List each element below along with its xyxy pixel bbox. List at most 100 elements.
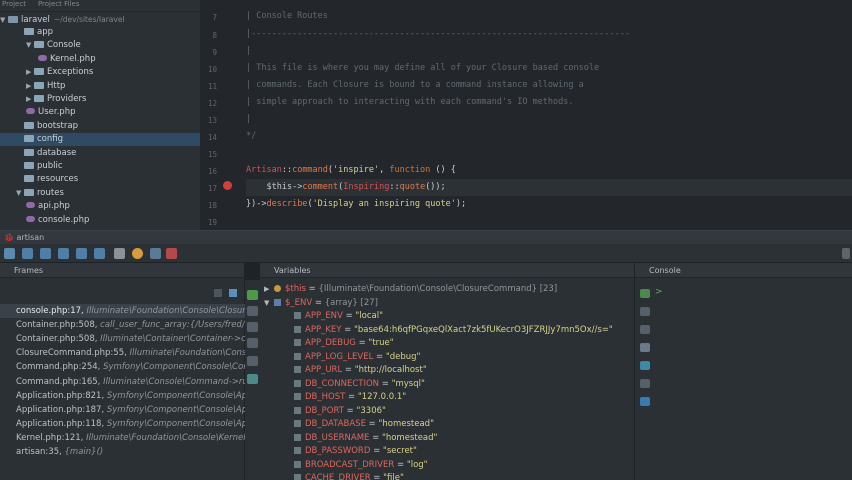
rerun-icon[interactable] [4, 248, 15, 259]
arrow-down-icon[interactable] [229, 289, 237, 297]
env-var-row[interactable]: CACHE_DRIVER = "file" [260, 472, 635, 480]
frame-row[interactable]: Command.php:165, Illuminate\Console\Comm… [0, 375, 245, 389]
up-icon[interactable] [247, 306, 258, 316]
folder-icon [24, 148, 34, 156]
frame-row[interactable]: Command.php:254, Symfony\Component\Conso… [0, 360, 245, 374]
step-into-icon[interactable] [40, 248, 51, 259]
code-line[interactable]: | [246, 43, 852, 60]
frame-row[interactable]: Application.php:821, Symfony\Component\C… [0, 389, 245, 403]
view-icon[interactable] [247, 374, 258, 384]
tree-item[interactable]: Kernel.php [0, 53, 200, 66]
env-var-row[interactable]: DB_PASSWORD = "secret" [260, 445, 635, 459]
frame-row[interactable]: Kernel.php:121, Illuminate\Foundation\Co… [0, 431, 245, 445]
step-over-icon[interactable] [22, 248, 33, 259]
env-var-row[interactable]: DB_USERNAME = "homestead" [260, 432, 635, 446]
frame-row[interactable]: Application.php:118, Symfony\Component\C… [0, 417, 245, 431]
chevron-down-icon[interactable]: ▼ [16, 187, 24, 200]
env-var-row[interactable]: APP_LOG_LEVEL = "debug" [260, 351, 635, 365]
frame-row[interactable]: console.php:17, Illuminate\Foundation\Co… [0, 304, 245, 318]
code-line[interactable]: | This file is where you may define all … [246, 60, 852, 77]
tree-item[interactable]: console.php [0, 214, 200, 227]
env-var-row[interactable]: DB_CONNECTION = "mysql" [260, 378, 635, 392]
env-var-row[interactable]: APP_ENV = "local" [260, 310, 635, 324]
tree-item[interactable]: ▼ routes [0, 187, 200, 200]
tree-item[interactable]: ▶ Http [0, 80, 200, 93]
debug-session-tab[interactable]: artisan [17, 233, 45, 242]
code-line[interactable] [246, 145, 852, 162]
watch-icon[interactable] [132, 248, 143, 259]
code-editor[interactable]: 7 8 9 10 11 12 13 14 15 16 17 18 19 | Console Routes… [200, 0, 852, 230]
tree-root-label: laravel [21, 15, 50, 25]
tree-item[interactable]: ▶ Exceptions [0, 66, 200, 79]
scroll-end-icon[interactable] [640, 325, 650, 334]
down-icon[interactable] [247, 322, 258, 332]
code-line[interactable]: | commands. Each Closure is bound to a c… [246, 77, 852, 94]
frame-row[interactable]: ClosureCommand.php:55, Illuminate\Founda… [0, 346, 245, 360]
tree-item[interactable]: resources [0, 173, 200, 186]
code-line[interactable]: | [246, 111, 852, 128]
pin-icon[interactable] [640, 397, 650, 406]
tab-project[interactable]: Project [2, 0, 26, 11]
env-var-row[interactable]: DB_HOST = "127.0.0.1" [260, 391, 635, 405]
force-step-into-icon[interactable] [58, 248, 69, 259]
stop-icon[interactable] [166, 248, 177, 259]
restore-layout-icon[interactable] [842, 248, 850, 259]
line-number: 15 [207, 150, 217, 159]
step-out-icon[interactable] [76, 248, 87, 259]
chevron-down-icon[interactable]: ▼ [264, 297, 274, 311]
tree-item[interactable]: public [0, 160, 200, 173]
chevron-right-icon[interactable]: ▶ [26, 80, 34, 93]
arrow-up-icon[interactable] [214, 289, 222, 297]
frame-row[interactable]: artisan:35, {main}() [0, 445, 245, 459]
frame-row[interactable]: Application.php:187, Symfony\Component\C… [0, 403, 245, 417]
evaluate-icon[interactable] [114, 248, 125, 259]
chevron-down-icon[interactable]: ▼ [26, 39, 34, 52]
tree-item[interactable]: ▼ Console [0, 39, 200, 52]
tree-root[interactable]: ▼ laravel ~/dev/sites/laravel [0, 13, 200, 26]
tab-project-files[interactable]: Project Files [38, 0, 80, 11]
tree-item[interactable]: bootstrap [0, 120, 200, 133]
settings-icon[interactable] [247, 356, 258, 366]
code-line[interactable]: })->describe('Display an inspiring quote… [246, 196, 852, 213]
env-var-row[interactable]: APP_URL = "http://localhost" [260, 364, 635, 378]
var-name: DB_HOST [305, 392, 346, 402]
tree-item[interactable]: app [0, 26, 200, 39]
env-var-row[interactable]: DB_DATABASE = "homestead" [260, 418, 635, 432]
clear-icon[interactable] [640, 361, 650, 370]
code-line[interactable]: | Console Routes [246, 8, 852, 25]
tree-item[interactable]: config [0, 133, 200, 147]
folder-icon [24, 135, 34, 143]
console-prompt[interactable]: > [655, 287, 663, 297]
tree-item[interactable]: database [0, 147, 200, 160]
soft-wrap-icon[interactable] [640, 307, 650, 316]
code-line[interactable]: |---------------------------------------… [246, 26, 852, 43]
tree-item[interactable]: api.php [0, 200, 200, 213]
code-line[interactable]: | simple approach to interacting with ea… [246, 94, 852, 111]
env-var-row[interactable]: BROADCAST_DRIVER = "log" [260, 459, 635, 473]
chevron-right-icon[interactable]: ▶ [26, 66, 34, 79]
chevron-right-icon[interactable]: ▶ [26, 93, 34, 106]
tree-item[interactable]: User.php [0, 106, 200, 119]
var-env-row[interactable]: ▼ $_ENV = {array} [27] [260, 297, 635, 311]
chevron-right-icon[interactable]: ▶ [264, 283, 274, 297]
layout-icon[interactable] [150, 248, 161, 259]
env-var-row[interactable]: APP_KEY = "base64:h6qfPGqxeQlXact7zk5fUK… [260, 324, 635, 338]
rerun-icon[interactable] [640, 289, 650, 298]
env-var-row[interactable]: APP_DEBUG = "true" [260, 337, 635, 351]
run-to-cursor-icon[interactable] [94, 248, 105, 259]
print-icon[interactable] [640, 343, 650, 352]
editor-gutter[interactable]: 7 8 9 10 11 12 13 14 15 16 17 18 19 [200, 0, 245, 230]
step-filter-icon[interactable] [247, 290, 258, 300]
copy-icon[interactable] [247, 338, 258, 348]
breakpoint-icon[interactable] [223, 181, 232, 190]
code-line[interactable]: Artisan::command('inspire', function () … [246, 162, 852, 179]
frame-row[interactable]: Container.php:508, call_user_func_array:… [0, 318, 245, 332]
code-line[interactable] [246, 213, 852, 230]
settings-icon[interactable] [640, 379, 650, 388]
code-line[interactable]: $this->comment(Inspiring::quote()); [246, 179, 852, 196]
code-line[interactable]: */ [246, 128, 852, 145]
frame-row[interactable]: Container.php:508, Illuminate\Container\… [0, 332, 245, 346]
tree-item[interactable]: ▶ Providers [0, 93, 200, 106]
env-var-row[interactable]: DB_PORT = "3306" [260, 405, 635, 419]
var-this-row[interactable]: ▶ $this = {Illuminate\Foundation\Console\… [260, 283, 635, 297]
